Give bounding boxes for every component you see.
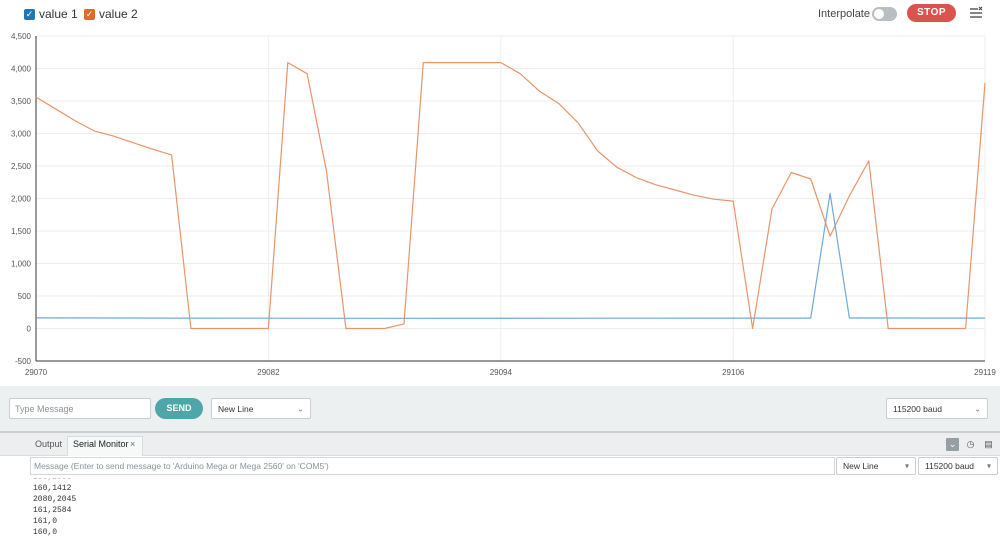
baud-select[interactable]: 115200 baud ⌄ xyxy=(886,398,988,419)
y-tick-label: 0 xyxy=(27,325,32,334)
tab-output[interactable]: Output xyxy=(35,439,62,449)
y-tick-label: 2,500 xyxy=(11,162,32,171)
output-line: 161,2584 xyxy=(33,506,72,515)
monitor-baud-select[interactable]: 115200 baud ▾ xyxy=(918,457,998,475)
plotter-toolbar: ✓ value 1 ✓ value 2 Interpolate STOP xyxy=(0,0,1000,28)
x-tick-label: 29094 xyxy=(490,368,513,377)
legend-item-value-2[interactable]: ✓ value 2 xyxy=(84,7,138,21)
bottom-panel: Output Serial Monitor × ⌄ ◷ ▤ New Line ▾… xyxy=(0,432,1000,542)
output-line: 2080,2045 xyxy=(33,495,77,504)
y-tick-label: 4,500 xyxy=(11,32,32,41)
timestamp-icon[interactable]: ◷ xyxy=(964,438,977,451)
message-input[interactable] xyxy=(9,398,151,419)
legend-label: value 2 xyxy=(99,7,138,21)
x-tick-label: 29119 xyxy=(974,368,996,377)
y-tick-label: 1,000 xyxy=(11,260,32,269)
monitor-message-bar: New Line ▾ 115200 baud ▾ xyxy=(0,456,1000,477)
line-ending-value: New Line xyxy=(218,403,254,414)
legend-item-value-1[interactable]: ✓ value 1 xyxy=(24,7,78,21)
y-tick-label: -500 xyxy=(15,357,32,366)
y-tick-label: 1,500 xyxy=(11,227,32,236)
monitor-line-ending-value: New Line xyxy=(843,461,879,471)
monitor-line-ending-select[interactable]: New Line ▾ xyxy=(836,457,916,475)
y-tick-label: 2,000 xyxy=(11,195,32,204)
panel-tabbar: Output Serial Monitor × ⌄ ◷ ▤ xyxy=(0,432,1000,457)
y-tick-label: 4,000 xyxy=(11,65,32,74)
serial-plotter-chart: 4,500 4,000 3,500 3,000 2,500 2,000 1,500 1,000… xyxy=(11,32,996,377)
y-tick-label: 500 xyxy=(18,292,32,301)
monitor-baud-value: 115200 baud xyxy=(925,461,975,471)
stop-button[interactable]: STOP xyxy=(907,4,956,22)
clear-output-icon[interactable]: ▤ xyxy=(982,438,995,451)
legend-label: value 1 xyxy=(39,7,78,21)
chevron-down-icon: ⌄ xyxy=(297,404,304,413)
output-line: 161,0 xyxy=(33,517,58,526)
interpolate-toggle[interactable] xyxy=(872,7,897,21)
output-line: 160,0 xyxy=(33,528,58,537)
clear-lines-icon[interactable] xyxy=(969,6,983,20)
chevron-down-icon: ▾ xyxy=(904,461,909,471)
x-tick-label: 29106 xyxy=(722,368,745,377)
plotter-footer: SEND New Line ⌄ 115200 baud ⌄ xyxy=(0,386,1000,432)
interpolate-label: Interpolate xyxy=(818,8,870,20)
x-tick-label: 29070 xyxy=(25,368,48,377)
checkbox-checked-icon[interactable]: ✓ xyxy=(84,8,95,20)
y-tick-label: 3,000 xyxy=(11,130,32,139)
tab-serial-monitor-label[interactable]: Serial Monitor xyxy=(73,439,129,449)
close-icon[interactable]: × xyxy=(130,439,135,449)
line-ending-select[interactable]: New Line ⌄ xyxy=(211,398,311,419)
monitor-message-input[interactable] xyxy=(30,457,835,475)
baud-value: 115200 baud xyxy=(893,403,943,414)
toggle-knob xyxy=(874,9,884,19)
output-line: 160,1412 xyxy=(33,484,72,493)
checkbox-checked-icon[interactable]: ✓ xyxy=(24,8,35,20)
x-tick-label: 29082 xyxy=(257,368,280,377)
chevron-down-icon: ▾ xyxy=(986,461,991,471)
series-line-value-2 xyxy=(35,62,986,330)
chevron-down-icon: ⌄ xyxy=(974,404,981,413)
autoscroll-icon[interactable]: ⌄ xyxy=(946,438,959,451)
y-tick-label: 3,500 xyxy=(11,97,32,106)
serial-output: 160,2000 160,1412 2080,2045 161,2584 161… xyxy=(33,478,76,538)
send-button[interactable]: SEND xyxy=(155,398,203,419)
